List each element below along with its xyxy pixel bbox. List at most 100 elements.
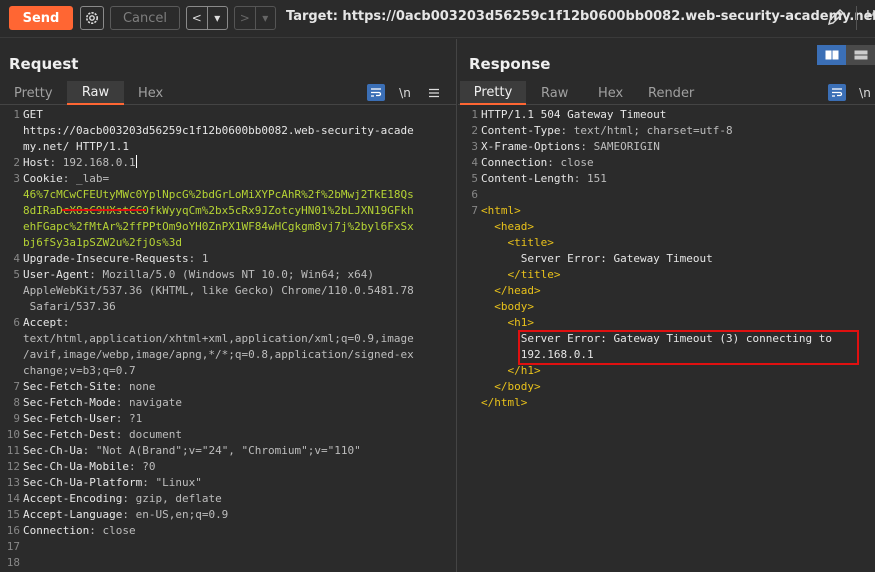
line-key: <title> bbox=[481, 236, 554, 249]
request-editor[interactable]: 1 GET https://0acb003203d56259c1f12b0600bb… bbox=[0, 107, 456, 572]
line-content: <html> bbox=[481, 203, 521, 219]
line-content: https://0acb003203d56259c1f12b0600bb0082… bbox=[23, 123, 414, 139]
line-value: text/html,application/xhtml+xml,applicat… bbox=[23, 332, 414, 345]
line-content: Sec-Ch-Ua-Platform: "Linux" bbox=[23, 475, 202, 491]
line-number: 4 bbox=[471, 156, 478, 169]
line-content: Accept: bbox=[23, 315, 69, 331]
line-key: my.net/ HTTP/1.1 bbox=[23, 140, 129, 153]
line-separator: : bbox=[547, 156, 561, 169]
newline-icon[interactable]: \n bbox=[396, 84, 414, 101]
line-content: bj6fSy3a1pSZW2u%2fjOs%3d bbox=[23, 235, 182, 251]
line-key: </head> bbox=[481, 284, 541, 297]
line-content: Sec-Fetch-Site: none bbox=[23, 379, 155, 395]
line-separator: : bbox=[89, 268, 103, 281]
line-number: 11 bbox=[6, 444, 20, 457]
line-content: Accept-Language: en-US,en;q=0.9 bbox=[23, 507, 228, 523]
line-content: <h1> bbox=[481, 315, 534, 331]
line-key: GET bbox=[23, 108, 43, 121]
pencil-icon[interactable] bbox=[826, 7, 846, 27]
line-content: Sec-Fetch-User: ?1 bbox=[23, 411, 142, 427]
history-back-button[interactable]: < bbox=[187, 7, 207, 29]
line-key: Sec-Fetch-Mode bbox=[23, 396, 116, 409]
line-key: <body> bbox=[481, 300, 534, 313]
line-content: Cookie: _lab= bbox=[23, 171, 109, 187]
tab-hex[interactable]: Hex bbox=[128, 81, 173, 105]
line-separator: : bbox=[62, 316, 70, 329]
line-content: ehFGapc%2fMtAr%2ffPPtOm9oYH0ZnPX1WF84wHC… bbox=[23, 219, 414, 235]
response-tabs: Pretty Raw Hex Render \n bbox=[458, 81, 875, 105]
line-content: AppleWebKit/537.36 (KHTML, like Gecko) C… bbox=[23, 283, 414, 299]
menu-icon[interactable] bbox=[425, 84, 443, 101]
line-number: 7 bbox=[13, 380, 20, 393]
line-key: <html> bbox=[481, 204, 521, 217]
wrap-icon[interactable] bbox=[828, 84, 846, 101]
line-number: 6 bbox=[13, 316, 20, 329]
line-value: Mozilla/5.0 (Windows NT 10.0; Win64; x64… bbox=[102, 268, 375, 281]
tab-raw[interactable]: Raw bbox=[531, 81, 578, 105]
line-content: Content-Type: text/html; charset=utf-8 bbox=[481, 123, 733, 139]
line-value: navigate bbox=[128, 396, 182, 409]
tab-raw[interactable]: Raw bbox=[67, 81, 124, 105]
line-key: </body> bbox=[481, 380, 541, 393]
line-value: "Linux" bbox=[155, 476, 202, 489]
newline-icon[interactable]: \n bbox=[856, 84, 874, 101]
cancel-button[interactable]: Cancel bbox=[110, 6, 180, 30]
line-content: Sec-Fetch-Dest: document bbox=[23, 427, 182, 443]
line-content: Server Error: Gateway Timeout bbox=[481, 251, 713, 267]
tab-pretty[interactable]: Pretty bbox=[4, 81, 63, 105]
line-value: AppleWebKit/537.36 (KHTML, like Gecko) C… bbox=[23, 284, 414, 297]
line-key: Sec-Fetch-Dest bbox=[23, 428, 116, 441]
side-by-side-layout-button[interactable] bbox=[817, 45, 846, 65]
line-number: 2 bbox=[471, 124, 478, 137]
line-value: close bbox=[560, 156, 594, 169]
help-menu-truncated[interactable]: H bbox=[866, 9, 875, 24]
line-separator: : bbox=[115, 380, 129, 393]
response-title: Response bbox=[469, 55, 551, 73]
line-value: document bbox=[128, 428, 182, 441]
line-separator: : bbox=[188, 252, 202, 265]
target-url[interactable]: Target: https://0acb003203d56259c1f12b06… bbox=[286, 9, 875, 24]
stacked-layout-button[interactable] bbox=[846, 45, 875, 65]
line-number: 9 bbox=[13, 412, 20, 425]
layout-toggle bbox=[817, 45, 875, 65]
line-number: 4 bbox=[13, 252, 20, 265]
line-separator: : bbox=[115, 412, 129, 425]
line-content: <body> bbox=[481, 299, 534, 315]
history-back-menu-icon[interactable]: ▾ bbox=[208, 7, 228, 29]
line-number: 13 bbox=[6, 476, 20, 489]
line-number: 3 bbox=[471, 140, 478, 153]
line-content: change;v=b3;q=0.7 bbox=[23, 363, 136, 379]
line-value: none bbox=[128, 380, 156, 393]
line-content: Connection: close bbox=[23, 523, 136, 539]
line-separator: : bbox=[49, 156, 63, 169]
line-key: Accept bbox=[23, 316, 63, 329]
line-number: 17 bbox=[6, 540, 20, 553]
text-cursor bbox=[135, 155, 137, 168]
tab-pretty[interactable]: Pretty bbox=[460, 81, 526, 105]
line-key: Sec-Fetch-Site bbox=[23, 380, 116, 393]
history-forward-menu-icon[interactable]: ▾ bbox=[256, 7, 276, 29]
tab-render[interactable]: Render bbox=[638, 81, 704, 105]
line-number: 18 bbox=[6, 556, 20, 569]
line-value: bj6fSy3a1pSZW2u%2fjOs%3d bbox=[23, 236, 182, 249]
line-content: </body> bbox=[481, 379, 541, 395]
wrap-icon[interactable] bbox=[367, 84, 385, 101]
line-content: <head> bbox=[481, 219, 534, 235]
line-content: /avif,image/webp,image/apng,*/*;q=0.8,ap… bbox=[23, 347, 414, 363]
line-value: _lab= bbox=[76, 172, 110, 185]
line-key: Sec-Ch-Ua bbox=[23, 444, 83, 457]
line-key: Connection bbox=[23, 524, 90, 537]
history-forward-group: > ▾ bbox=[234, 6, 276, 30]
line-content: Sec-Ch-Ua-Mobile: ?0 bbox=[23, 459, 155, 475]
line-key: Server Error: Gateway Timeout bbox=[481, 252, 713, 265]
line-key: X-Frame-Options bbox=[481, 140, 581, 153]
line-separator: : bbox=[128, 460, 143, 473]
settings-button[interactable] bbox=[80, 6, 104, 30]
send-button[interactable]: Send bbox=[9, 6, 73, 30]
line-content: </h1> bbox=[481, 363, 540, 379]
line-number: 1 bbox=[13, 108, 20, 121]
line-number: 8 bbox=[13, 396, 20, 409]
line-content: </head> bbox=[481, 283, 541, 299]
tab-hex[interactable]: Hex bbox=[588, 81, 633, 105]
history-forward-button[interactable]: > bbox=[235, 7, 255, 29]
